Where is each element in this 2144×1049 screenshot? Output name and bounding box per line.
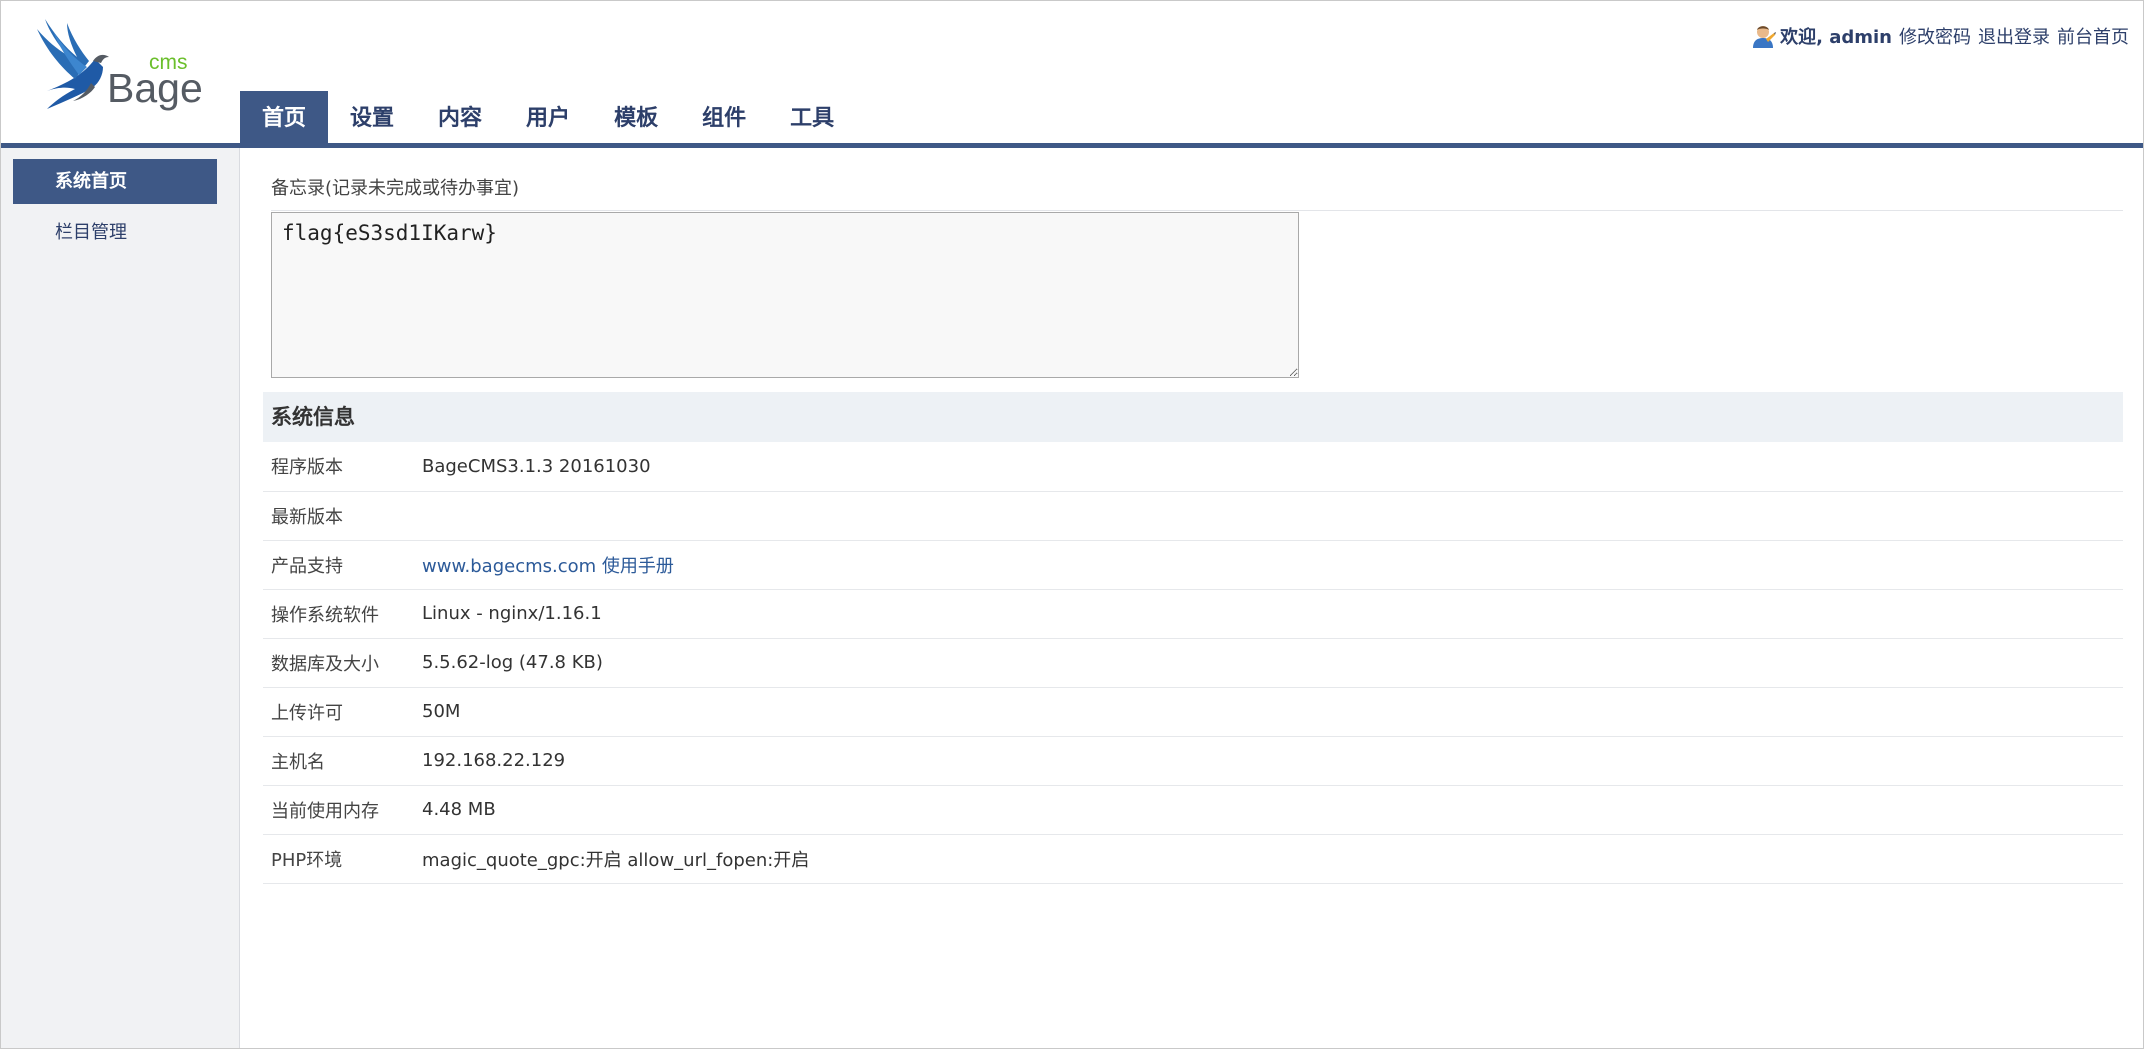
sidebar: 系统首页 栏目管理	[1, 148, 240, 1048]
row-value: magic_quote_gpc:开启 allow_url_fopen:开启	[422, 834, 2123, 884]
nav-tab-content[interactable]: 内容	[416, 91, 504, 143]
sysinfo-table: 程序版本 BageCMS3.1.3 20161030 最新版本 产品支持 www…	[263, 442, 2123, 884]
sidebar-item-column-management[interactable]: 栏目管理	[13, 210, 217, 255]
bird-logo-icon	[37, 19, 109, 109]
sidebar-item-system-home[interactable]: 系统首页	[13, 159, 217, 204]
row-label: 上传许可	[263, 687, 422, 737]
nav-tab-components[interactable]: 组件	[680, 91, 768, 143]
row-value: BageCMS3.1.3 20161030	[422, 442, 2123, 492]
table-row: 最新版本	[263, 491, 2123, 541]
nav-tab-templates[interactable]: 模板	[592, 91, 680, 143]
memo-divider	[271, 210, 2123, 211]
row-value: 192.168.22.129	[422, 736, 2123, 786]
user-manual-link[interactable]: 使用手册	[602, 556, 674, 577]
nav-tab-tools[interactable]: 工具	[768, 91, 856, 143]
row-value	[422, 491, 2123, 541]
row-label: 程序版本	[263, 442, 422, 492]
memo-textarea[interactable]: flag{eS3sd1IKarw}	[271, 212, 1299, 378]
table-row: PHP环境 magic_quote_gpc:开启 allow_url_fopen…	[263, 834, 2123, 884]
row-label: 产品支持	[263, 540, 422, 590]
nav-tab-users[interactable]: 用户	[504, 91, 592, 143]
row-label: PHP环境	[263, 834, 422, 884]
row-label: 数据库及大小	[263, 638, 422, 688]
row-label: 最新版本	[263, 491, 422, 541]
user-icon	[1753, 26, 1777, 48]
memo-label: 备忘录(记录未完成或待办事宜)	[271, 178, 520, 199]
row-label: 当前使用内存	[263, 785, 422, 835]
row-value: www.bagecms.com 使用手册	[422, 540, 2123, 590]
nav-tab-home[interactable]: 首页	[240, 91, 329, 143]
header: cms Bage 欢迎, admin 修改密码 退出登录 前台首页 首页 设置 …	[1, 1, 2143, 143]
welcome-text: 欢迎, admin	[1780, 27, 1892, 48]
table-row: 产品支持 www.bagecms.com 使用手册	[263, 540, 2123, 590]
logo[interactable]: cms Bage	[33, 17, 203, 111]
table-row: 程序版本 BageCMS3.1.3 20161030	[263, 442, 2123, 492]
table-row: 数据库及大小 5.5.62-log (47.8 KB)	[263, 638, 2123, 688]
logo-brand-text: Bage	[107, 65, 203, 111]
row-value: 50M	[422, 687, 2123, 737]
change-password-link[interactable]: 修改密码	[1899, 23, 1971, 49]
bagecms-site-link[interactable]: www.bagecms.com	[422, 556, 596, 577]
table-row: 当前使用内存 4.48 MB	[263, 785, 2123, 835]
table-row: 主机名 192.168.22.129	[263, 736, 2123, 786]
logout-link[interactable]: 退出登录	[1978, 23, 2050, 49]
main-nav: 首页 设置 内容 用户 模板 组件 工具	[240, 91, 856, 143]
row-label: 操作系统软件	[263, 589, 422, 639]
row-label: 主机名	[263, 736, 422, 786]
frontend-home-link[interactable]: 前台首页	[2057, 23, 2129, 49]
table-row: 上传许可 50M	[263, 687, 2123, 737]
sysinfo-title: 系统信息	[263, 392, 2123, 442]
row-value: 4.48 MB	[422, 785, 2123, 835]
row-value: Linux - nginx/1.16.1	[422, 589, 2123, 639]
nav-tab-settings[interactable]: 设置	[328, 91, 416, 143]
table-row: 操作系统软件 Linux - nginx/1.16.1	[263, 589, 2123, 639]
app-window: cms Bage 欢迎, admin 修改密码 退出登录 前台首页 首页 设置 …	[0, 0, 2144, 1049]
nav-underline	[1, 143, 2143, 148]
user-bar: 欢迎, admin 修改密码 退出登录 前台首页	[1750, 23, 2129, 49]
row-value: 5.5.62-log (47.8 KB)	[422, 638, 2123, 688]
